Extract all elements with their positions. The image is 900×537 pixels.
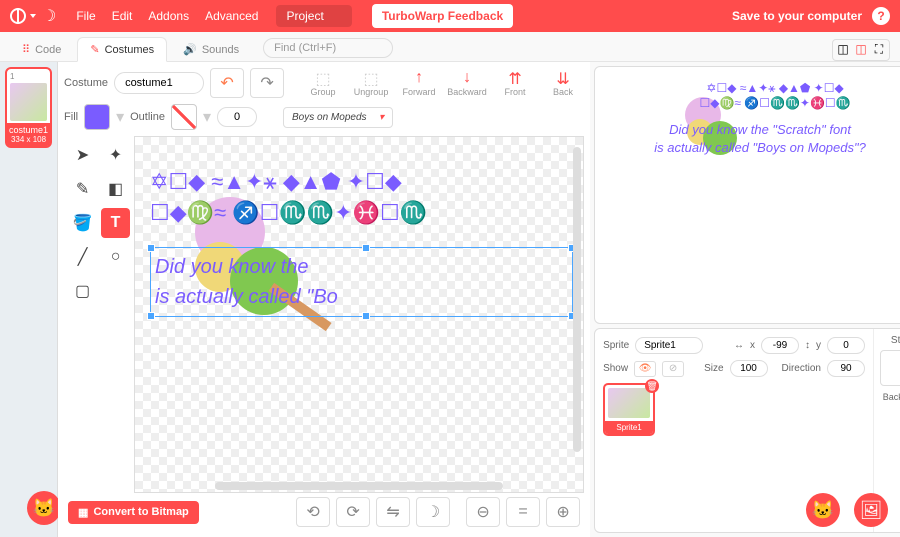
menu-addons[interactable]: Addons [148, 9, 189, 23]
sprite-size-input[interactable] [730, 360, 768, 377]
ungroup-button[interactable]: ⬚Ungroup [350, 69, 392, 97]
tab-sounds[interactable]: 🔊Sounds [171, 38, 251, 61]
backward-button[interactable]: ↓Backward [446, 69, 488, 97]
tab-costumes[interactable]: ✎Costumes [77, 37, 167, 62]
feedback-button[interactable]: TurboWarp Feedback [372, 4, 513, 28]
rotate-left-button[interactable]: ⟲ [296, 497, 330, 527]
line-tool[interactable]: ╱ [68, 242, 97, 272]
large-stage-icon[interactable]: ◫ [853, 42, 869, 58]
sound-icon: 🔊 [183, 43, 197, 56]
fullscreen-icon[interactable]: ⛶ [871, 42, 887, 58]
fill-tool[interactable]: 🪣 [68, 208, 97, 238]
menu-file[interactable]: File [76, 9, 95, 23]
brush-tool[interactable]: ✎ [68, 174, 97, 204]
add-costume-button[interactable]: 🐱 [27, 491, 61, 525]
circle-tool[interactable]: ○ [101, 242, 130, 272]
thumbnail-image [10, 83, 47, 121]
menu-advanced[interactable]: Advanced [205, 9, 258, 23]
costume-thumbnail[interactable]: 1 costume1334 x 108 [5, 67, 52, 148]
small-stage-icon[interactable]: ◫ [835, 42, 851, 58]
text-tool[interactable]: T [101, 208, 130, 238]
menu-edit[interactable]: Edit [112, 9, 133, 23]
size-label: Size [704, 363, 723, 374]
stage-preview[interactable]: ✡☐◆ ≈▲✦⚹ ◆▲⬟ ✦☐◆☐◆♍≈ ♐☐♏♏✦♓☐♏ Did you kn… [594, 66, 900, 324]
tab-code[interactable]: ⠿Code [10, 38, 73, 61]
redo-button[interactable]: ↷ [250, 68, 284, 98]
direction-label: Direction [782, 363, 821, 374]
turbowarp-logo[interactable]: ☽ [42, 6, 56, 26]
globe-icon[interactable] [10, 8, 26, 24]
save-button[interactable]: Save to your computer [732, 9, 862, 23]
flip-v-button[interactable]: ☽ [416, 497, 450, 527]
rotate-right-button[interactable]: ⟳ [336, 497, 370, 527]
drawing-canvas[interactable]: ✡☐◆ ≈▲✦⚹ ◆▲⬟ ✦☐◆ ☐◆♍≈ ♐☐♏♏✦♓☐♏ Did you k… [134, 136, 584, 493]
find-input[interactable]: Find (Ctrl+F) [263, 38, 393, 58]
add-backdrop-button[interactable]: 🖼 [854, 493, 888, 527]
outline-width-input[interactable]: 0 [217, 107, 257, 127]
caret-down-icon [30, 14, 36, 18]
sprite-name-input[interactable] [635, 337, 703, 354]
backdrop-thumbnail[interactable] [880, 350, 900, 386]
fill-color-picker[interactable] [84, 104, 110, 130]
zoom-out-button[interactable]: ⊖ [466, 497, 500, 527]
outline-color-picker[interactable] [171, 104, 197, 130]
back-button[interactable]: ⇊Back [542, 69, 584, 97]
add-sprite-button[interactable]: 🐱 [806, 493, 840, 527]
flip-h-button[interactable]: ⇋ [376, 497, 410, 527]
project-title-input[interactable]: Project [276, 5, 351, 27]
rect-tool[interactable]: ▢ [68, 276, 97, 306]
costume-label: Costume [64, 77, 108, 89]
reshape-tool[interactable]: ✦ [101, 140, 130, 170]
fill-label: Fill [64, 111, 78, 123]
sprite-x-input[interactable] [761, 337, 799, 354]
horizontal-scrollbar[interactable] [215, 482, 503, 490]
help-icon[interactable]: ? [872, 7, 890, 25]
outline-label: Outline [130, 111, 165, 123]
code-icon: ⠿ [22, 43, 30, 56]
sprite-direction-input[interactable] [827, 360, 865, 377]
eraser-tool[interactable]: ◧ [101, 174, 130, 204]
delete-sprite-icon[interactable]: 🗑 [645, 379, 659, 393]
forward-button[interactable]: ↑Forward [398, 69, 440, 97]
sprite-thumbnail[interactable]: 🗑 Sprite1 [603, 383, 655, 436]
stage-label: Stage [880, 335, 900, 346]
costume-name-input[interactable] [114, 72, 204, 94]
select-tool[interactable]: ➤ [68, 140, 97, 170]
show-label: Show [603, 363, 628, 374]
front-button[interactable]: ⇈Front [494, 69, 536, 97]
sprite-label: Sprite [603, 340, 629, 351]
selected-text-box[interactable]: Did you know the is actually called "Bo [150, 247, 573, 317]
zoom-in-button[interactable]: ⊕ [546, 497, 580, 527]
zoom-reset-button[interactable]: = [506, 497, 540, 527]
show-button[interactable]: 👁 [634, 361, 656, 377]
sprite-y-input[interactable] [827, 337, 865, 354]
undo-button[interactable]: ↶ [210, 68, 244, 98]
brush-icon: ✎ [90, 43, 99, 56]
backdrops-label: Backdrops [880, 392, 900, 402]
group-button[interactable]: ⬚Group [302, 69, 344, 97]
hide-button[interactable]: ⊘ [662, 361, 684, 377]
bitmap-icon: ▦ [78, 506, 88, 519]
convert-bitmap-button[interactable]: ▦Convert to Bitmap [68, 501, 199, 524]
vertical-scrollbar[interactable] [573, 147, 581, 452]
font-select[interactable]: Boys on Mopeds ▾ [283, 107, 393, 128]
glyph-text: ✡☐◆ ≈▲✦⚹ ◆▲⬟ ✦☐◆ ☐◆♍≈ ♐☐♏♏✦♓☐♏ [150, 167, 427, 229]
